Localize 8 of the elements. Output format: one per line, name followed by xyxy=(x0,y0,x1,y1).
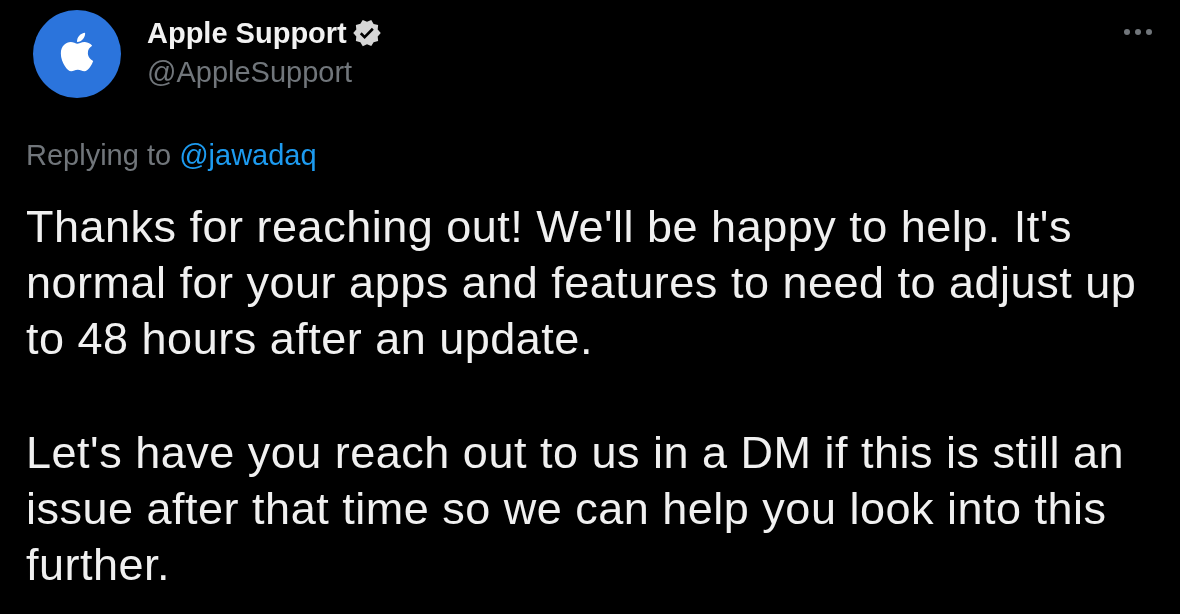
tweet-paragraph: Thanks for reaching out! We'll be happy to help. It's normal for your apps and features to need to adjust up to 48 hours after an update. xyxy=(26,200,1138,366)
author-handle[interactable]: @AppleSupport xyxy=(147,54,382,90)
more-options-icon[interactable] xyxy=(1124,29,1152,35)
mention-link[interactable]: @jawadaq xyxy=(179,139,317,171)
tweet-paragraph: Let's have you reach out to us in a DM if this is still an issue after that time so we can help you look into this further. xyxy=(26,426,1126,592)
replying-to-text: Replying to @jawadaq xyxy=(26,138,318,172)
author-name[interactable]: Apple Support xyxy=(147,15,347,51)
apple-logo-icon xyxy=(58,30,96,74)
